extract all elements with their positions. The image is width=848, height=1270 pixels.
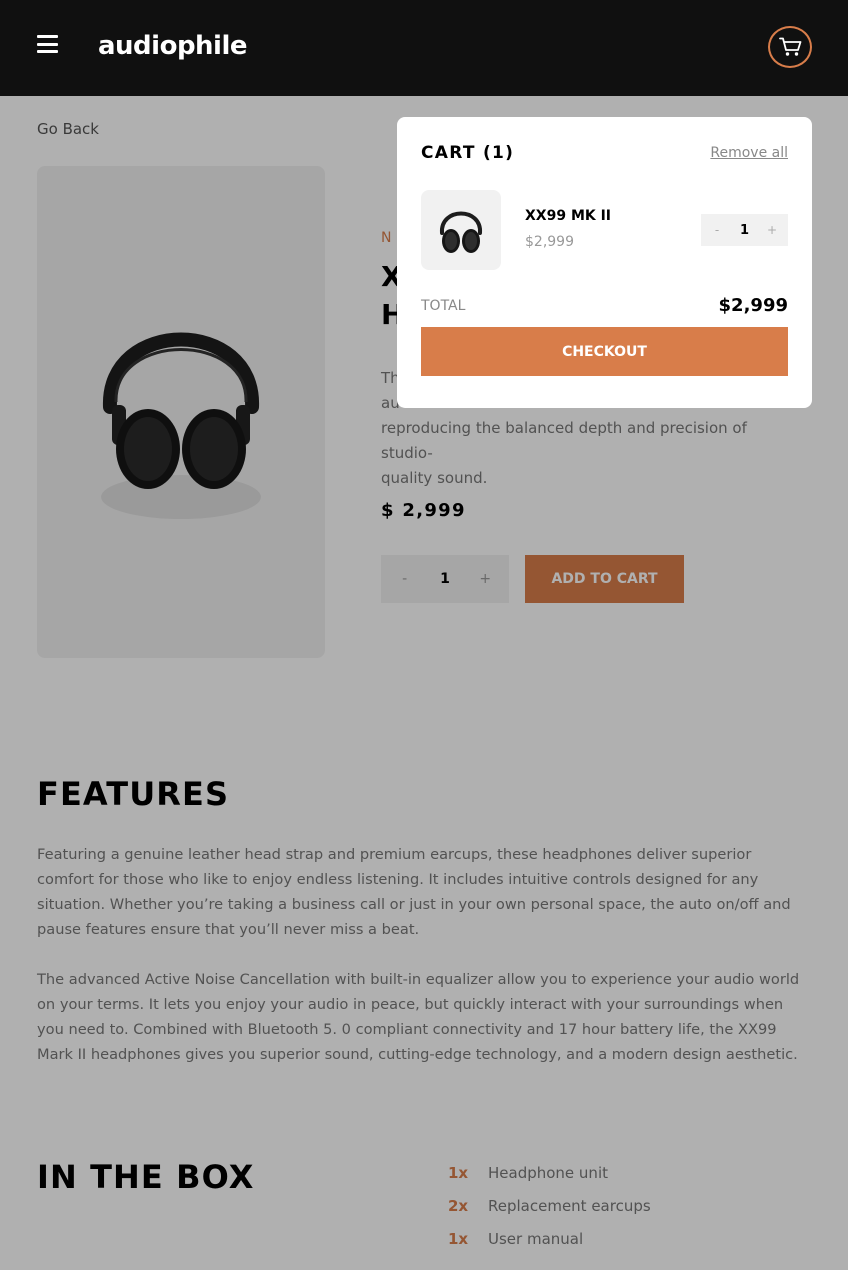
site-header: audiophile — [0, 0, 848, 96]
checkout-button[interactable]: CHECKOUT — [421, 327, 788, 376]
cart-item-price: $2,999 — [525, 234, 574, 250]
cart-title: CART (1) — [421, 143, 515, 163]
cart-total-value: $2,999 — [718, 295, 788, 316]
cart-item-thumbnail — [421, 190, 501, 270]
headphones-thumbnail-icon — [439, 211, 483, 253]
cart-modal: CART (1) Remove all XX99 MK II $2,999 - … — [397, 117, 812, 408]
cart-icon — [778, 37, 801, 56]
logo[interactable]: audiophile — [98, 31, 248, 61]
cart-increment-button[interactable]: + — [763, 223, 781, 237]
remove-all-button[interactable]: Remove all — [710, 145, 788, 161]
cart-decrement-button[interactable]: - — [708, 223, 726, 237]
cart-quantity-stepper: - 1 + — [701, 214, 788, 246]
cart-quantity-value: 1 — [739, 222, 750, 238]
cart-total-label: TOTAL — [421, 298, 466, 314]
cart-button[interactable] — [768, 26, 812, 68]
hamburger-icon[interactable] — [37, 35, 58, 53]
cart-item-name: XX99 MK II — [525, 208, 612, 224]
